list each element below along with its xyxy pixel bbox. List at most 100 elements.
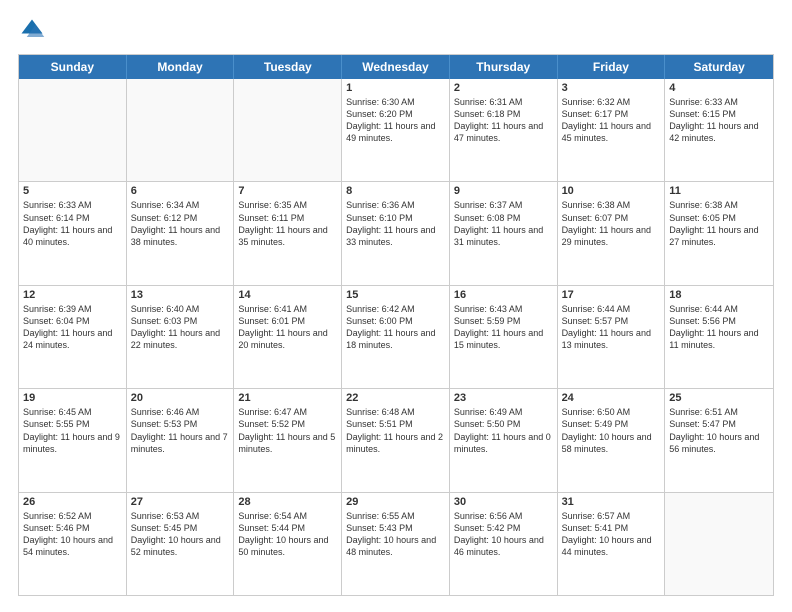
day-number: 9	[454, 185, 553, 197]
day-info: Sunrise: 6:53 AM Sunset: 5:45 PM Dayligh…	[131, 510, 230, 559]
day-cell-19: 19 Sunrise: 6:45 AM Sunset: 5:55 PM Dayli…	[19, 389, 127, 491]
day-cell-26: 26 Sunrise: 6:52 AM Sunset: 5:46 PM Dayli…	[19, 493, 127, 595]
day-cell-6: 6 Sunrise: 6:34 AM Sunset: 6:12 PM Daylig…	[127, 182, 235, 284]
calendar-week-5: 26 Sunrise: 6:52 AM Sunset: 5:46 PM Dayli…	[19, 492, 773, 595]
calendar-header: SundayMondayTuesdayWednesdayThursdayFrid…	[19, 55, 773, 79]
day-cell-2: 2 Sunrise: 6:31 AM Sunset: 6:18 PM Daylig…	[450, 79, 558, 181]
day-number: 17	[562, 289, 661, 301]
day-info: Sunrise: 6:38 AM Sunset: 6:05 PM Dayligh…	[669, 199, 769, 248]
day-cell-23: 23 Sunrise: 6:49 AM Sunset: 5:50 PM Dayli…	[450, 389, 558, 491]
day-info: Sunrise: 6:39 AM Sunset: 6:04 PM Dayligh…	[23, 303, 122, 352]
day-number: 18	[669, 289, 769, 301]
calendar-week-2: 5 Sunrise: 6:33 AM Sunset: 6:14 PM Daylig…	[19, 181, 773, 284]
day-cell-17: 17Sunrise: 6:44 AM Sunset: 5:57 PM Dayli…	[558, 286, 666, 388]
day-number: 30	[454, 496, 553, 508]
day-number: 31	[562, 496, 661, 508]
day-number: 20	[131, 392, 230, 404]
day-number: 3	[562, 82, 661, 94]
day-number: 19	[23, 392, 122, 404]
day-cell-29: 29Sunrise: 6:55 AM Sunset: 5:43 PM Dayli…	[342, 493, 450, 595]
day-info: Sunrise: 6:47 AM Sunset: 5:52 PM Dayligh…	[238, 406, 337, 455]
day-info: Sunrise: 6:52 AM Sunset: 5:46 PM Dayligh…	[23, 510, 122, 559]
day-info: Sunrise: 6:45 AM Sunset: 5:55 PM Dayligh…	[23, 406, 122, 455]
day-cell-13: 13Sunrise: 6:40 AM Sunset: 6:03 PM Dayli…	[127, 286, 235, 388]
day-number: 21	[238, 392, 337, 404]
day-number: 4	[669, 82, 769, 94]
day-number: 6	[131, 185, 230, 197]
day-info: Sunrise: 6:49 AM Sunset: 5:50 PM Dayligh…	[454, 406, 553, 455]
logo	[18, 16, 50, 44]
day-cell-24: 24 Sunrise: 6:50 AM Sunset: 5:49 PM Dayli…	[558, 389, 666, 491]
calendar: SundayMondayTuesdayWednesdayThursdayFrid…	[18, 54, 774, 596]
day-number: 1	[346, 82, 445, 94]
day-info: Sunrise: 6:54 AM Sunset: 5:44 PM Dayligh…	[238, 510, 337, 559]
day-cell-5: 5 Sunrise: 6:33 AM Sunset: 6:14 PM Daylig…	[19, 182, 127, 284]
calendar-week-1: 1 Sunrise: 6:30 AM Sunset: 6:20 PM Daylig…	[19, 79, 773, 181]
day-info: Sunrise: 6:37 AM Sunset: 6:08 PM Dayligh…	[454, 199, 553, 248]
day-cell-7: 7 Sunrise: 6:35 AM Sunset: 6:11 PM Daylig…	[234, 182, 342, 284]
day-number: 5	[23, 185, 122, 197]
day-cell-28: 28 Sunrise: 6:54 AM Sunset: 5:44 PM Dayli…	[234, 493, 342, 595]
day-cell-8: 8 Sunrise: 6:36 AM Sunset: 6:10 PM Daylig…	[342, 182, 450, 284]
day-cell-10: 10 Sunrise: 6:38 AM Sunset: 6:07 PM Dayli…	[558, 182, 666, 284]
day-cell-empty	[127, 79, 235, 181]
day-cell-4: 4 Sunrise: 6:33 AM Sunset: 6:15 PM Daylig…	[665, 79, 773, 181]
day-header-saturday: Saturday	[665, 55, 773, 79]
day-info: Sunrise: 6:46 AM Sunset: 5:53 PM Dayligh…	[131, 406, 230, 455]
day-info: Sunrise: 6:36 AM Sunset: 6:10 PM Dayligh…	[346, 199, 445, 248]
day-cell-empty	[19, 79, 127, 181]
day-number: 27	[131, 496, 230, 508]
calendar-week-3: 12 Sunrise: 6:39 AM Sunset: 6:04 PM Dayli…	[19, 285, 773, 388]
day-cell-1: 1 Sunrise: 6:30 AM Sunset: 6:20 PM Daylig…	[342, 79, 450, 181]
day-number: 16	[454, 289, 553, 301]
day-info: Sunrise: 6:57 AM Sunset: 5:41 PM Dayligh…	[562, 510, 661, 559]
day-info: Sunrise: 6:43 AM Sunset: 5:59 PM Dayligh…	[454, 303, 553, 352]
day-info: Sunrise: 6:48 AM Sunset: 5:51 PM Dayligh…	[346, 406, 445, 455]
day-info: Sunrise: 6:44 AM Sunset: 5:56 PM Dayligh…	[669, 303, 769, 352]
day-number: 15	[346, 289, 445, 301]
header	[18, 16, 774, 44]
page: SundayMondayTuesdayWednesdayThursdayFrid…	[0, 0, 792, 612]
day-info: Sunrise: 6:30 AM Sunset: 6:20 PM Dayligh…	[346, 96, 445, 145]
day-number: 24	[562, 392, 661, 404]
day-number: 12	[23, 289, 122, 301]
day-number: 10	[562, 185, 661, 197]
day-cell-9: 9 Sunrise: 6:37 AM Sunset: 6:08 PM Daylig…	[450, 182, 558, 284]
day-cell-31: 31 Sunrise: 6:57 AM Sunset: 5:41 PM Dayli…	[558, 493, 666, 595]
day-cell-30: 30Sunrise: 6:56 AM Sunset: 5:42 PM Dayli…	[450, 493, 558, 595]
day-info: Sunrise: 6:32 AM Sunset: 6:17 PM Dayligh…	[562, 96, 661, 145]
day-number: 7	[238, 185, 337, 197]
day-number: 23	[454, 392, 553, 404]
day-info: Sunrise: 6:38 AM Sunset: 6:07 PM Dayligh…	[562, 199, 661, 248]
logo-icon	[18, 16, 46, 44]
day-number: 25	[669, 392, 769, 404]
day-number: 14	[238, 289, 337, 301]
day-number: 28	[238, 496, 337, 508]
day-number: 26	[23, 496, 122, 508]
day-cell-11: 11Sunrise: 6:38 AM Sunset: 6:05 PM Dayli…	[665, 182, 773, 284]
day-cell-14: 14 Sunrise: 6:41 AM Sunset: 6:01 PM Dayli…	[234, 286, 342, 388]
day-cell-empty	[234, 79, 342, 181]
day-number: 2	[454, 82, 553, 94]
day-header-sunday: Sunday	[19, 55, 127, 79]
day-cell-16: 16 Sunrise: 6:43 AM Sunset: 5:59 PM Dayli…	[450, 286, 558, 388]
day-header-wednesday: Wednesday	[342, 55, 450, 79]
day-cell-22: 22Sunrise: 6:48 AM Sunset: 5:51 PM Dayli…	[342, 389, 450, 491]
day-cell-21: 21 Sunrise: 6:47 AM Sunset: 5:52 PM Dayli…	[234, 389, 342, 491]
day-info: Sunrise: 6:33 AM Sunset: 6:14 PM Dayligh…	[23, 199, 122, 248]
day-cell-15: 15Sunrise: 6:42 AM Sunset: 6:00 PM Dayli…	[342, 286, 450, 388]
day-info: Sunrise: 6:34 AM Sunset: 6:12 PM Dayligh…	[131, 199, 230, 248]
day-info: Sunrise: 6:51 AM Sunset: 5:47 PM Dayligh…	[669, 406, 769, 455]
day-cell-25: 25 Sunrise: 6:51 AM Sunset: 5:47 PM Dayli…	[665, 389, 773, 491]
day-info: Sunrise: 6:33 AM Sunset: 6:15 PM Dayligh…	[669, 96, 769, 145]
day-info: Sunrise: 6:41 AM Sunset: 6:01 PM Dayligh…	[238, 303, 337, 352]
day-cell-12: 12 Sunrise: 6:39 AM Sunset: 6:04 PM Dayli…	[19, 286, 127, 388]
day-info: Sunrise: 6:50 AM Sunset: 5:49 PM Dayligh…	[562, 406, 661, 455]
calendar-body: 1 Sunrise: 6:30 AM Sunset: 6:20 PM Daylig…	[19, 79, 773, 595]
day-info: Sunrise: 6:35 AM Sunset: 6:11 PM Dayligh…	[238, 199, 337, 248]
calendar-week-4: 19 Sunrise: 6:45 AM Sunset: 5:55 PM Dayli…	[19, 388, 773, 491]
day-info: Sunrise: 6:31 AM Sunset: 6:18 PM Dayligh…	[454, 96, 553, 145]
day-number: 29	[346, 496, 445, 508]
day-number: 8	[346, 185, 445, 197]
day-number: 13	[131, 289, 230, 301]
